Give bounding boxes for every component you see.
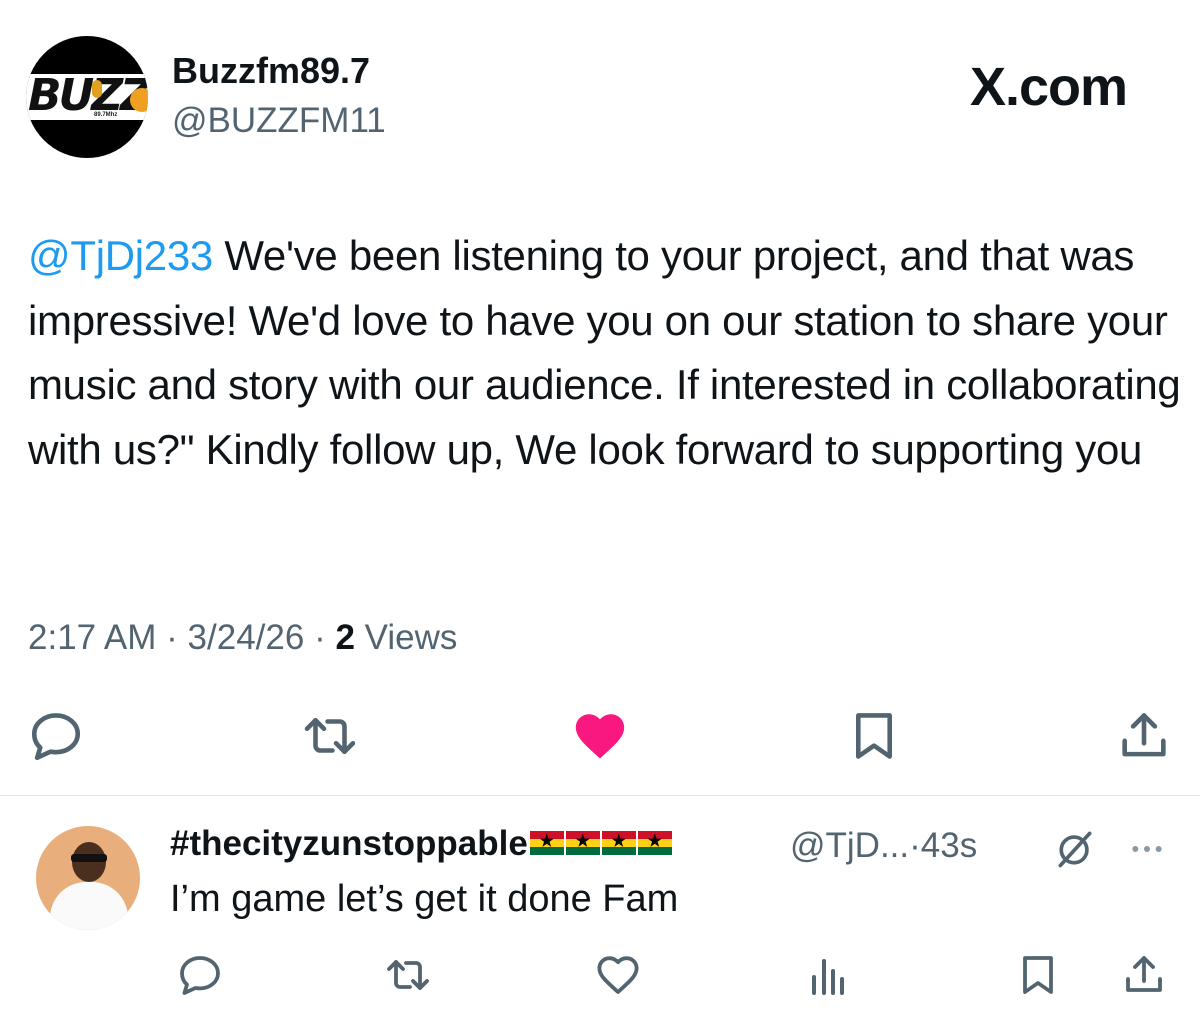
bookmark-button[interactable] [842,704,906,768]
avatar-figure-glasses [71,854,107,862]
meta-separator: · [314,618,326,657]
bookmark-icon [855,713,893,759]
avatar-figure-shirt [50,882,128,930]
display-name[interactable]: Buzzfm89.7 [172,50,370,92]
retweet-button[interactable] [298,704,362,768]
grok-button[interactable] [1046,820,1104,878]
reply-views-button[interactable] [796,943,860,1007]
microphone-icon [92,80,102,98]
share-icon [1122,713,1166,757]
ghana-flag-icon [637,830,672,855]
reply-button[interactable] [24,704,88,768]
reply-bookmark-button[interactable] [1006,943,1070,1007]
meta-separator: · [909,826,921,865]
reply-time[interactable]: 43s [921,826,977,865]
avatar-badge-dot [130,88,148,112]
like-button[interactable] [568,704,632,768]
reply-handle-meta: @TjD...·43s [790,826,977,866]
tweet-time[interactable]: 2:17 AM [28,618,156,657]
avatar-figure-head [72,842,106,882]
heart-filled-icon [575,714,625,759]
bookmark-icon [1023,956,1053,994]
meta-separator: · [166,618,178,657]
reply-text: I’m game let’s get it done Fam [170,878,679,920]
avatar[interactable]: BUZZ 89.7Mhz [26,36,148,158]
tweet-meta: 2:17 AM · 3/24/26 · 2 Views [28,618,457,658]
tweet-date[interactable]: 3/24/26 [188,618,305,657]
grok-icon [1058,831,1092,868]
tweet-text: @TjDj233 We've been listening to your pr… [28,224,1188,482]
share-button[interactable] [1112,704,1176,768]
reply-icon [31,713,81,761]
more-options-button[interactable] [1118,820,1176,878]
reply-icon [180,956,220,995]
divider [0,795,1200,796]
mention-link[interactable]: @TjDj233 [28,232,213,279]
ghana-flag-icon [601,830,636,855]
analytics-icon [812,959,844,995]
reply-display-name-text: #thecityzunstoppable [170,824,528,863]
reply-display-name[interactable]: #thecityzunstoppable [170,824,672,864]
views-count: 2 [335,618,355,657]
reply-reply-button[interactable] [168,943,232,1007]
ghana-flag-icon [529,830,564,855]
user-handle[interactable]: @BUZZFM11 [172,101,386,141]
retweet-icon [387,960,429,990]
reply-avatar[interactable] [36,826,140,930]
ghana-flag-icon [565,830,600,855]
reply-retweet-button[interactable] [376,943,440,1007]
more-icon [1132,846,1162,852]
views-label: Views [364,618,458,657]
avatar-frequency-text: 89.7Mhz [94,112,118,118]
reply-handle[interactable]: @TjD... [790,826,909,865]
retweet-icon [304,717,356,755]
share-icon [1126,956,1162,992]
reply-share-button[interactable] [1112,943,1176,1007]
x-brand-label: X.com [970,57,1128,117]
reply-like-button[interactable] [586,943,650,1007]
heart-outline-icon [597,956,639,994]
